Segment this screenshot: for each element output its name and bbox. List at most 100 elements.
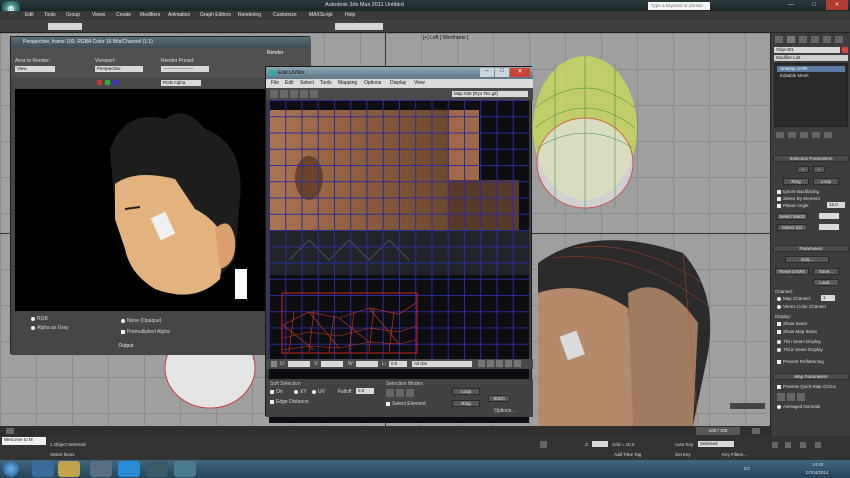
sg-field[interactable] [819, 224, 839, 230]
selection-parameters-rollout[interactable]: Selection Parameters [773, 155, 849, 162]
maxscript-listener[interactable]: Welcome to M [2, 437, 46, 445]
scale-tool-icon[interactable] [290, 90, 298, 98]
create-tab-icon[interactable] [775, 36, 783, 43]
key-filters-button[interactable]: Key Filters... [722, 452, 747, 457]
soft-uv-option[interactable]: UV [312, 389, 325, 395]
soft-on-option[interactable]: On [270, 389, 283, 395]
maximize-button[interactable]: □ [803, 0, 825, 10]
3dsmax-taskbar-icon[interactable] [146, 461, 168, 477]
skype-icon[interactable] [118, 461, 140, 477]
uvw-menu-options[interactable]: Options [364, 80, 381, 86]
select-matid-button[interactable]: Select MatID [777, 213, 807, 220]
face-mode-icon[interactable] [406, 389, 414, 397]
load-button[interactable]: Load... [813, 279, 839, 286]
menu-graph-editors[interactable]: Graph Editors [200, 12, 231, 18]
matid-field[interactable] [819, 213, 839, 219]
rotate-tool-icon[interactable] [280, 90, 288, 98]
premultiplied-option[interactable]: Premultiplied Alpha [121, 329, 170, 335]
map-channel-radio[interactable]: Map Channel: [777, 296, 811, 301]
area-to-render-dropdown[interactable]: View [15, 66, 55, 72]
add-time-tag[interactable]: Add Time Tag [614, 452, 641, 457]
blue-channel-icon[interactable] [113, 80, 118, 85]
stitch-button[interactable]: Stitch [488, 395, 510, 402]
u-value-field[interactable] [288, 361, 310, 367]
edge-distance-option[interactable]: Edge Distance [270, 399, 309, 405]
viewcube-home[interactable] [730, 403, 765, 409]
make-unique-icon[interactable] [800, 132, 808, 138]
l-value-field[interactable]: 0.0 [389, 361, 407, 367]
grid-icon[interactable] [514, 360, 521, 367]
frame-slider[interactable]: 100 / 100 [696, 427, 740, 435]
vertex-mode-icon[interactable] [386, 389, 394, 397]
zoom-icon[interactable] [487, 360, 494, 367]
3dsmax-window-icon[interactable] [174, 461, 196, 477]
object-name-field[interactable]: Object01 [774, 47, 840, 53]
menu-customize[interactable]: Customize [273, 12, 297, 18]
show-end-result-icon[interactable] [788, 132, 796, 138]
loop-select-button[interactable]: Loop [813, 178, 839, 185]
prevent-reflattening-checkbox[interactable]: Prevent Reflattening [777, 359, 824, 364]
ring-select-button[interactable]: Ring [783, 178, 809, 185]
show-seam-checkbox[interactable]: Show Seam [777, 321, 807, 326]
map-parameters-rollout[interactable]: Map Parameters [773, 373, 849, 380]
options-button[interactable]: Options... [494, 408, 515, 414]
set-key-button[interactable]: Set Key [675, 452, 691, 457]
uvw-menu-display[interactable]: Display [390, 80, 406, 86]
vertex-color-channel-radio[interactable]: Vertex Color Channel [777, 304, 826, 309]
clock-time[interactable]: 14:20 [812, 462, 823, 467]
grow-selection-button[interactable]: + [797, 166, 809, 173]
save-button[interactable]: Save... [813, 268, 839, 275]
quick-map-z-icon[interactable] [797, 393, 805, 401]
timeline-next-icon[interactable] [752, 428, 760, 434]
reset-uvws-button[interactable]: Reset UVWs [775, 268, 809, 275]
uvw-minimize-button[interactable]: – [480, 68, 494, 77]
select-by-element-checkbox[interactable]: Select By Element [777, 196, 820, 201]
lock-selection-icon[interactable] [540, 441, 547, 448]
menu-animation[interactable]: Animation [168, 12, 190, 18]
play-icon[interactable] [772, 442, 778, 448]
timeline-prev-icon[interactable] [6, 428, 14, 434]
timeline[interactable]: 100 / 100 [0, 426, 770, 436]
thick-seam-radio[interactable]: Thick Seam Display [777, 347, 823, 352]
menu-rendering[interactable]: Rendering [238, 12, 261, 18]
planar-angle-field[interactable]: 15.0 [827, 202, 845, 208]
shrink-selection-button[interactable]: − [813, 166, 825, 173]
remove-modifier-icon[interactable] [812, 132, 820, 138]
render-button[interactable]: Render [267, 50, 283, 56]
lock-icon[interactable] [271, 361, 277, 367]
modify-tab-icon[interactable] [787, 36, 795, 43]
z-coordinate-field[interactable] [592, 441, 608, 447]
ignore-backfacing-checkbox[interactable]: Ignore Backfacing [777, 189, 819, 194]
motion-tab-icon[interactable] [811, 36, 819, 43]
menu-edit[interactable]: Edit [25, 12, 34, 18]
modifier-list-dropdown[interactable]: Modifier List [774, 55, 848, 61]
configure-sets-icon[interactable] [824, 132, 832, 138]
green-channel-icon[interactable] [105, 80, 110, 85]
uvw-menu-mapping[interactable]: Mapping [338, 80, 357, 86]
pan-icon[interactable] [478, 360, 485, 367]
viewport-dropdown[interactable]: Perspective [95, 66, 143, 72]
named-selection-dropdown[interactable] [335, 23, 383, 30]
pin-stack-icon[interactable] [776, 132, 784, 138]
start-button-icon[interactable] [3, 461, 19, 477]
channel-display-dropdown[interactable]: RGB Alpha [161, 80, 201, 86]
falloff-field[interactable]: 0.0 [356, 388, 374, 394]
stack-item-unwrap[interactable]: Unwrap UVW [777, 66, 845, 72]
loop-button[interactable]: Loop [452, 388, 480, 395]
alpha-gray-option[interactable]: Alpha as Gray [31, 325, 69, 331]
map-channel-field[interactable]: 1 [821, 295, 835, 301]
v-value-field[interactable] [321, 361, 343, 367]
orbit-icon[interactable] [815, 442, 821, 448]
uvw-close-button[interactable]: ✕ [510, 68, 530, 77]
move-tool-icon[interactable] [270, 90, 278, 98]
clock-date[interactable]: 07/04/2014 [806, 470, 829, 475]
parameters-rollout[interactable]: Parameters [773, 245, 849, 252]
select-element-option[interactable]: Select Element [386, 401, 426, 407]
soft-xy-option[interactable]: XY [294, 389, 307, 395]
explorer-icon[interactable] [58, 461, 80, 477]
uvw-menu-edit[interactable]: Edit [285, 80, 294, 86]
planar-angle-checkbox[interactable]: Planar Angle [777, 203, 809, 208]
stack-item-editable-mesh[interactable]: Editable Mesh [777, 73, 845, 79]
preview-quick-map-checkbox[interactable]: Preview Quick Map Gizmo [777, 384, 836, 389]
menu-group[interactable]: Group [66, 12, 80, 18]
